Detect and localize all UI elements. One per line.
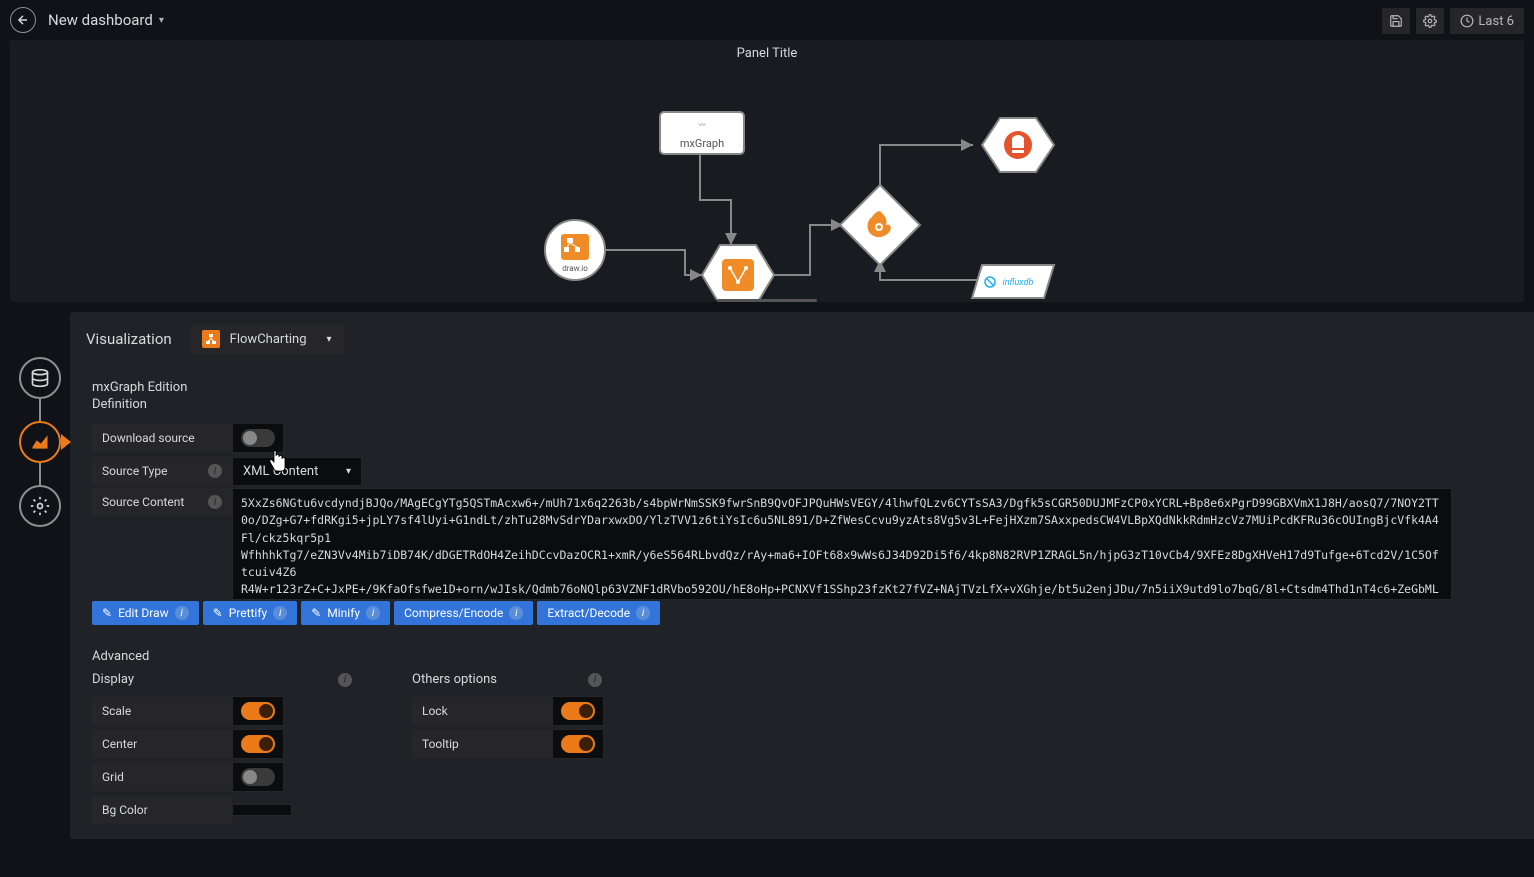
minify-button[interactable]: ✎Minifyi (301, 601, 390, 625)
grid-label: Grid (92, 763, 232, 791)
download-source-label: Download source (92, 424, 232, 452)
bgcolor-field[interactable] (232, 804, 292, 816)
panel-preview: Panel Title 〰 mxGraph (10, 40, 1524, 302)
title-text: New dashboard (48, 11, 153, 29)
visualization-picker[interactable]: FlowCharting ▾ (190, 324, 344, 354)
tab-visualization[interactable] (19, 421, 61, 463)
flowchart-icon (202, 330, 220, 348)
info-icon[interactable]: i (208, 495, 222, 509)
info-icon: i (175, 606, 189, 620)
info-icon: i (366, 606, 380, 620)
panel-title: Panel Title (10, 40, 1524, 67)
section-definition: Definition (92, 397, 1518, 412)
info-icon[interactable]: i (208, 464, 222, 478)
tab-general[interactable] (19, 485, 61, 527)
section-edition: mxGraph Edition (92, 380, 1518, 395)
info-icon: i (273, 606, 287, 620)
info-icon[interactable]: i (338, 673, 352, 687)
compress-button[interactable]: Compress/Encodei (394, 601, 533, 625)
chevron-down-icon: ▾ (327, 334, 332, 345)
settings-button[interactable] (1416, 8, 1444, 34)
info-icon: i (636, 606, 650, 620)
display-heading: Displayi (92, 672, 352, 687)
flowchart-diagram: 〰 mxGraph draw.io (10, 70, 1524, 300)
info-icon[interactable]: i (588, 673, 602, 687)
lock-toggle[interactable] (561, 702, 595, 720)
editor-tabs-rail (10, 312, 70, 839)
tab-queries[interactable] (19, 357, 61, 399)
header: New dashboard ▾ Last 6 (0, 0, 1534, 40)
source-content-textarea[interactable]: 5XxZs6NGtu6vcdyndjBJQo/MAgECgYTg5QSTmAcx… (232, 488, 1452, 600)
bgcolor-label: Bg Color (92, 796, 232, 824)
scale-label: Scale (92, 697, 232, 725)
info-icon: i (509, 606, 523, 620)
visualization-label: Visualization (86, 330, 172, 348)
lock-label: Lock (412, 697, 552, 725)
extract-button[interactable]: Extract/Decodei (537, 601, 660, 625)
download-source-toggle[interactable] (241, 429, 275, 447)
dashboard-title[interactable]: New dashboard ▾ (48, 11, 164, 29)
time-range-button[interactable]: Last 6 (1450, 8, 1524, 34)
chevron-down-icon: ▾ (346, 466, 351, 477)
center-label: Center (92, 730, 232, 758)
save-button[interactable] (1382, 8, 1410, 34)
prettify-button[interactable]: ✎Prettifyi (203, 601, 298, 625)
editor-panel: Visualization FlowCharting ▾ mxGraph Edi… (70, 312, 1534, 839)
svg-text:draw.io: draw.io (562, 264, 588, 273)
time-label: Last 6 (1478, 14, 1514, 29)
chevron-down-icon: ▾ (159, 15, 164, 26)
tooltip-toggle[interactable] (561, 735, 595, 753)
grid-toggle[interactable] (241, 768, 275, 786)
scale-toggle[interactable] (241, 702, 275, 720)
source-type-label: Source Type i (92, 457, 232, 485)
advanced-heading: Advanced (92, 649, 352, 664)
svg-text:mxGraph: mxGraph (680, 137, 724, 150)
svg-text:〰: 〰 (699, 121, 706, 129)
back-button[interactable] (10, 7, 36, 33)
edit-draw-button[interactable]: ✎Edit Drawi (92, 601, 199, 625)
center-toggle[interactable] (241, 735, 275, 753)
source-type-select[interactable]: XML Content ▾ (232, 457, 362, 486)
viz-name: FlowCharting (230, 332, 307, 347)
svg-text:influxdb: influxdb (1003, 278, 1034, 288)
tooltip-label: Tooltip (412, 730, 552, 758)
others-heading: Others optionsi (412, 672, 602, 687)
resize-handle[interactable] (717, 299, 817, 302)
source-content-label: Source Content i (92, 488, 232, 516)
